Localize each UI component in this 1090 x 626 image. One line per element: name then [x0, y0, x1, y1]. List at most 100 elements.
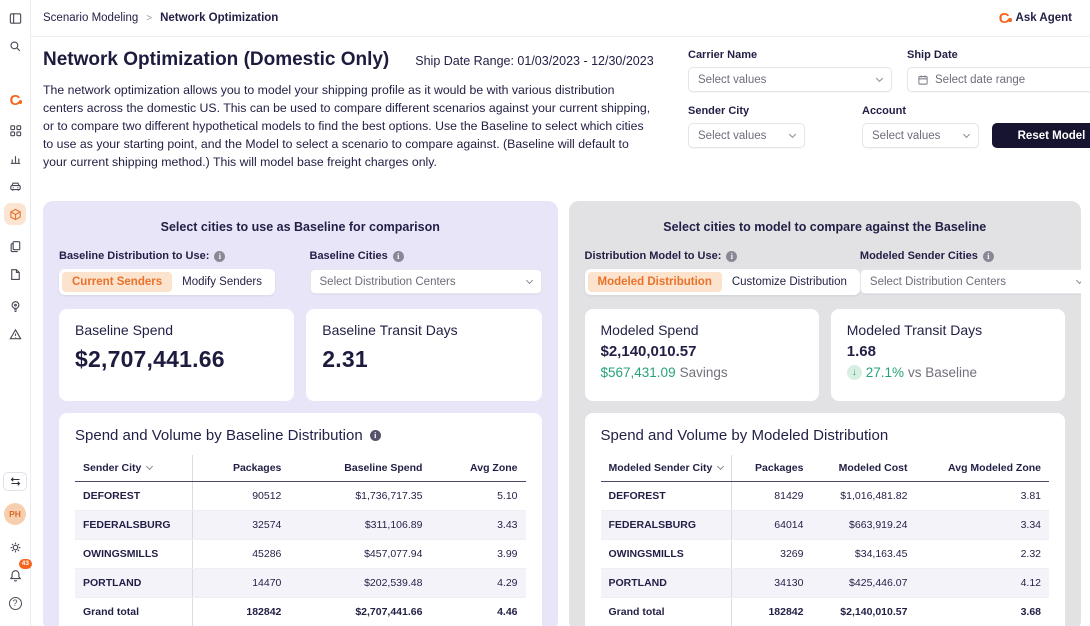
- sender-city-select[interactable]: Select values: [688, 123, 805, 148]
- breadcrumb-parent[interactable]: Scenario Modeling: [43, 12, 138, 24]
- chevron-down-icon: [525, 277, 532, 284]
- package-icon[interactable]: [4, 203, 26, 225]
- baseline-table: Sender CityPackagesBaseline SpendAvg Zon…: [75, 455, 526, 626]
- baseline-spend-label: Baseline Spend: [75, 322, 278, 338]
- table-cell: DEFOREST: [75, 482, 192, 511]
- ship-date-label: Ship Date: [907, 49, 1090, 61]
- baseline-spend-value: $2,707,441.66: [75, 346, 278, 373]
- file-icon[interactable]: [4, 263, 26, 285]
- company-logo[interactable]: C: [4, 89, 26, 111]
- info-icon[interactable]: i: [370, 430, 381, 441]
- swap-arrows-icon[interactable]: [3, 472, 27, 491]
- info-icon[interactable]: i: [214, 251, 225, 262]
- dashboard-icon[interactable]: [4, 119, 26, 141]
- table-cell: 4.46: [430, 598, 525, 626]
- baseline-cities-label: Baseline Cities: [310, 250, 388, 262]
- model-panel-heading: Select cities to model to compare agains…: [585, 220, 1066, 234]
- table-cell: 81429: [732, 482, 812, 511]
- ask-agent-label: Ask Agent: [1016, 12, 1072, 24]
- account-select[interactable]: Select values: [862, 123, 979, 148]
- ship-date-select[interactable]: Select date range: [907, 67, 1090, 92]
- table-cell: 3.43: [430, 511, 525, 540]
- toggle-customize-distribution[interactable]: Customize Distribution: [722, 272, 857, 292]
- search-icon[interactable]: [4, 35, 26, 57]
- user-avatar[interactable]: PH: [4, 503, 26, 525]
- column-header[interactable]: Modeled Cost: [811, 455, 915, 482]
- column-header[interactable]: Packages: [732, 455, 812, 482]
- page-title: Network Optimization (Domestic Only): [43, 49, 389, 71]
- table-cell: 14470: [192, 569, 289, 598]
- carrier-name-select[interactable]: Select values: [688, 67, 892, 92]
- modeled-transit-card: Modeled Transit Days 1.68 ↓ 27.1% vs Bas…: [831, 309, 1065, 401]
- toggle-modify-senders[interactable]: Modify Senders: [172, 272, 272, 292]
- toggle-modeled-distribution[interactable]: Modeled Distribution: [588, 272, 722, 292]
- table-cell: $425,446.07: [811, 569, 915, 598]
- topbar: Scenario Modeling > Network Optimization…: [31, 0, 1090, 37]
- modeled-table-title: Spend and Volume by Modeled Distribution: [601, 427, 889, 444]
- baseline-cities-select[interactable]: Select Distribution Centers: [310, 269, 542, 294]
- info-icon[interactable]: i: [393, 251, 404, 262]
- column-header[interactable]: Baseline Spend: [289, 455, 430, 482]
- ask-agent-button[interactable]: C Ask Agent: [999, 11, 1072, 26]
- savings-value: $567,431.09: [601, 365, 676, 380]
- page-header: Network Optimization (Domestic Only) Shi…: [43, 49, 658, 171]
- modeled-transit-value: 1.68: [847, 343, 1049, 360]
- agent-logo-icon: C: [999, 11, 1010, 26]
- toggle-current-senders[interactable]: Current Senders: [62, 272, 172, 292]
- table-cell: 3.81: [915, 482, 1049, 511]
- table-header-row: Modeled Sender CityPackagesModeled CostA…: [601, 455, 1050, 482]
- reset-model-button[interactable]: Reset Model: [992, 123, 1090, 148]
- table-cell: $457,077.94: [289, 540, 430, 569]
- table-cell: 3.68: [915, 598, 1049, 626]
- carrier-name-label: Carrier Name: [688, 49, 892, 61]
- column-header[interactable]: Modeled Sender City: [601, 455, 732, 482]
- copy-icon[interactable]: [4, 235, 26, 257]
- table-row: OWINGSMILLS3269$34,163.452.32: [601, 540, 1050, 569]
- table-cell: 182842: [192, 598, 289, 626]
- help-icon[interactable]: ?: [4, 592, 26, 614]
- page-description: The network optimization allows you to m…: [43, 81, 655, 171]
- account-label: Account: [862, 105, 979, 117]
- baseline-transit-value: 2.31: [322, 346, 525, 373]
- info-icon[interactable]: i: [726, 251, 737, 262]
- table-row: DEFOREST81429$1,016,481.823.81: [601, 482, 1050, 511]
- bell-icon[interactable]: 43: [4, 564, 26, 586]
- table-cell: 5.10: [430, 482, 525, 511]
- bulb-icon[interactable]: [4, 295, 26, 317]
- table-cell: 34130: [732, 569, 812, 598]
- table-cell: $34,163.45: [811, 540, 915, 569]
- notification-badge: 43: [19, 559, 32, 569]
- panel-toggle-icon[interactable]: [4, 7, 26, 29]
- sort-chevron-icon: [146, 463, 153, 470]
- table-cell: 90512: [192, 482, 289, 511]
- gear-icon[interactable]: [4, 536, 26, 558]
- sender-city-field: Sender City Select values: [688, 105, 805, 148]
- table-cell: PORTLAND: [75, 569, 192, 598]
- table-cell: 4.29: [430, 569, 525, 598]
- column-header[interactable]: Avg Modeled Zone: [915, 455, 1049, 482]
- vehicle-icon[interactable]: [4, 175, 26, 197]
- bar-chart-icon[interactable]: [4, 147, 26, 169]
- table-cell: $202,539.48: [289, 569, 430, 598]
- table-row: PORTLAND14470$202,539.484.29: [75, 569, 526, 598]
- column-header[interactable]: Avg Zone: [430, 455, 525, 482]
- column-header[interactable]: Packages: [192, 455, 289, 482]
- transit-delta-suffix: vs Baseline: [908, 365, 977, 380]
- baseline-transit-label: Baseline Transit Days: [322, 322, 525, 338]
- table-cell: 3269: [732, 540, 812, 569]
- modeled-spend-value: $2,140,010.57: [601, 343, 803, 360]
- transit-delta: 27.1%: [866, 365, 904, 380]
- breadcrumb-current: Network Optimization: [160, 12, 278, 24]
- modeled-cities-select[interactable]: Select Distribution Centers: [860, 269, 1081, 294]
- warning-icon[interactable]: [4, 323, 26, 345]
- filters: Carrier Name Select values Ship Date Sel…: [658, 49, 1090, 171]
- chevron-down-icon: [963, 131, 970, 138]
- baseline-panel-heading: Select cities to use as Baseline for com…: [59, 220, 542, 234]
- table-cell: 4.12: [915, 569, 1049, 598]
- column-header[interactable]: Sender City: [75, 455, 192, 482]
- table-cell: OWINGSMILLS: [601, 540, 732, 569]
- chevron-down-icon: [1076, 277, 1081, 284]
- info-icon[interactable]: i: [983, 251, 994, 262]
- table-cell: Grand total: [75, 598, 192, 626]
- baseline-table-card: Spend and Volume by Baseline Distributio…: [59, 413, 542, 626]
